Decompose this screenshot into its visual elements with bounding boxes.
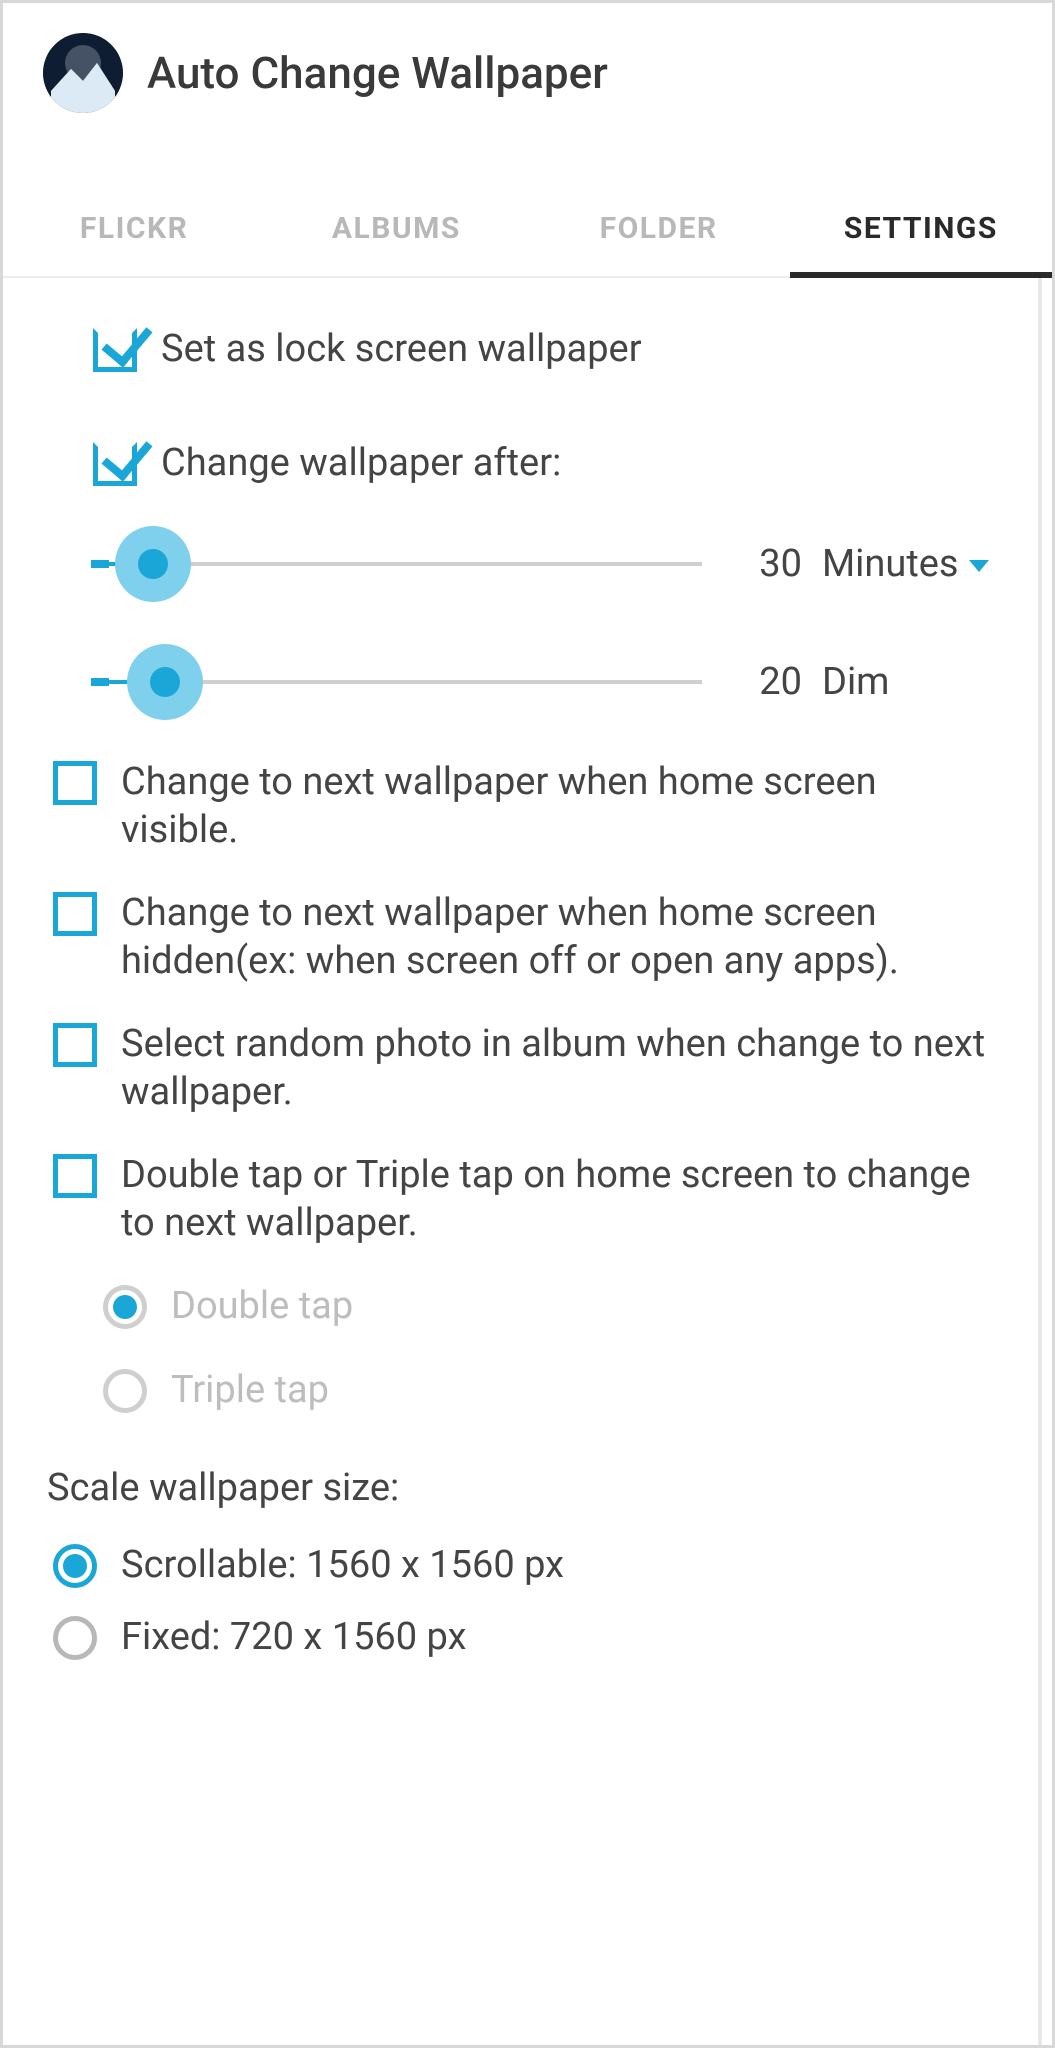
radio-scale-scrollable[interactable] [53, 1544, 97, 1588]
checkbox-change-after[interactable] [93, 442, 137, 486]
label-tap-change: Double tap or Triple tap on home screen … [121, 1152, 1032, 1247]
label-scale-fixed: Fixed: 720 x 1560 px [121, 1614, 506, 1662]
checkbox-tap-change[interactable] [53, 1154, 97, 1198]
label-triple-tap: Triple tap [171, 1367, 369, 1415]
label-change-after: Change wallpaper after: [161, 440, 601, 488]
tab-settings[interactable]: SETTINGS [790, 183, 1052, 276]
slider-interval[interactable] [105, 533, 702, 595]
label-home-hidden: Change to next wallpaper when home scree… [121, 890, 1032, 985]
label-set-lock-screen: Set as lock screen wallpaper [161, 326, 682, 374]
value-dim: 20 [722, 660, 802, 704]
checkbox-set-lock-screen[interactable] [93, 328, 137, 372]
dropdown-interval-unit[interactable]: Minutes [822, 542, 992, 586]
checkbox-home-visible[interactable] [53, 761, 97, 805]
label-random-photo: Select random photo in album when change… [121, 1021, 1032, 1116]
tab-folder[interactable]: FOLDER [528, 183, 790, 276]
label-double-tap: Double tap [171, 1283, 393, 1331]
label-scale-title: Scale wallpaper size: [47, 1466, 1032, 1510]
label-home-visible: Change to next wallpaper when home scree… [121, 759, 1032, 854]
tab-albums[interactable]: ALBUMS [265, 183, 527, 276]
app-header: Auto Change Wallpaper [3, 3, 1052, 133]
slider-dim[interactable] [105, 651, 702, 713]
radio-triple-tap [103, 1369, 147, 1413]
app-icon [43, 33, 123, 113]
tab-flickr[interactable]: FLICKR [3, 183, 265, 276]
settings-panel: Set as lock screen wallpaper Change wall… [3, 278, 1052, 2045]
checkbox-home-hidden[interactable] [53, 892, 97, 936]
radio-double-tap [103, 1285, 147, 1329]
app-title: Auto Change Wallpaper [147, 47, 608, 99]
tab-bar: FLICKR ALBUMS FOLDER SETTINGS [3, 183, 1052, 278]
checkbox-random-photo[interactable] [53, 1023, 97, 1067]
value-interval: 30 [722, 542, 802, 586]
label-dim-unit: Dim [822, 660, 992, 704]
radio-scale-fixed[interactable] [53, 1616, 97, 1660]
label-scale-scrollable: Scrollable: 1560 x 1560 px [121, 1542, 604, 1590]
